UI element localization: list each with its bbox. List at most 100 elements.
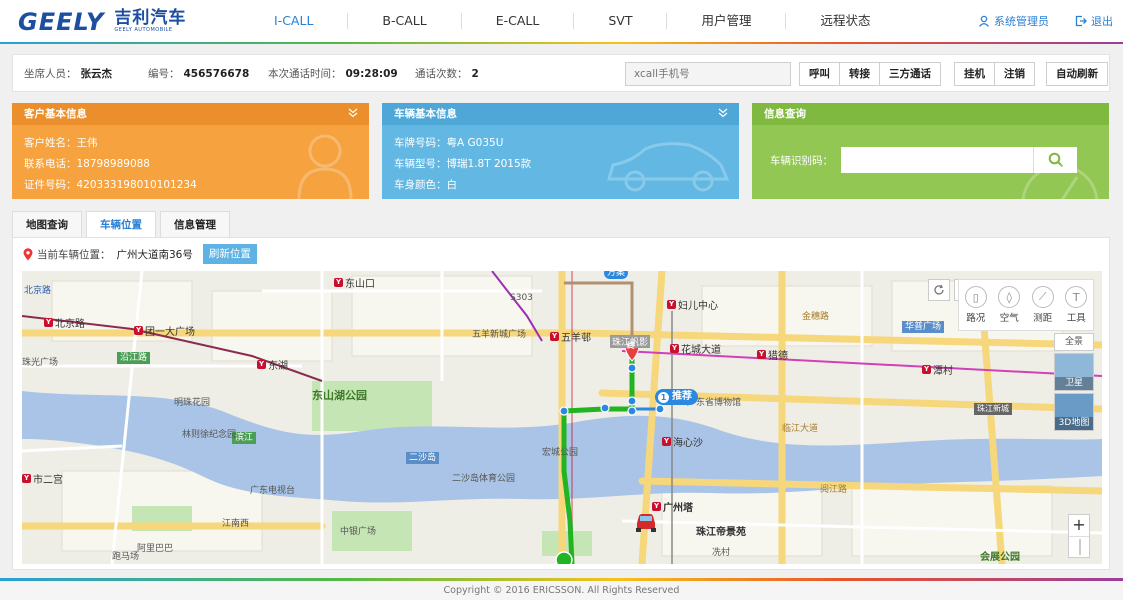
map-view[interactable]: 北京路 Y 北京路 Y 团一大广场 沿江路 Y 东湖 Y 东山口 东山湖公园 珠光广场 …: [22, 271, 1102, 564]
maptype-3d[interactable]: 3D地图: [1054, 393, 1094, 431]
map-label: 跑马场: [112, 552, 140, 562]
zoom-slider[interactable]: [1069, 537, 1089, 557]
droplet-icon: ◊: [998, 286, 1021, 308]
route-start-marker[interactable]: [555, 551, 573, 564]
three-way-call-button[interactable]: 三方通话: [880, 63, 940, 85]
main-nav: I-CALL B-CALL E-CALL SVT 用户管理 远程状态: [240, 0, 904, 42]
refresh-position-button[interactable]: 刷新位置: [202, 244, 257, 264]
vin-input[interactable]: [841, 147, 1033, 173]
maptype-panorama[interactable]: 全景: [1054, 333, 1094, 351]
maptype-satellite[interactable]: 卫星: [1054, 353, 1094, 391]
logo-en-text: GEELY AUTOMOBILE: [114, 27, 173, 33]
transfer-button[interactable]: 转接: [840, 63, 880, 85]
route-recommend-badge[interactable]: 1 推荐: [655, 389, 698, 405]
tool-air[interactable]: ◊ 空气: [998, 286, 1021, 324]
call-duration-info: 本次通话时间： 09:28:09: [268, 68, 398, 80]
map-label: 会展公园: [980, 552, 1020, 563]
call-button[interactable]: 呼叫: [800, 63, 840, 85]
route-end-marker[interactable]: 终: [627, 340, 635, 351]
nav-user-management[interactable]: 用户管理: [667, 13, 787, 29]
traffic-light-icon: ▯: [964, 286, 987, 308]
ruler-icon: ⟋: [1031, 286, 1054, 308]
user-name: 系统管理员: [994, 15, 1049, 28]
plate-number: 粤A G035U: [446, 137, 504, 149]
current-position-label: 当前车辆位置：: [37, 248, 111, 261]
nav-ecall[interactable]: E-CALL: [462, 13, 575, 29]
agent-id-info: 编号： 456576678: [148, 68, 250, 80]
nav-svt[interactable]: SVT: [574, 13, 668, 29]
map-label: 东山湖公园: [312, 389, 367, 402]
vehicle-panel-header: 车辆基本信息: [382, 103, 739, 125]
metro-station: Y 东山口: [334, 278, 375, 290]
vehicle-position-card: 当前车辆位置： 广州大道南36号 刷新位置 北京路 Y 北京路 Y 团一大广场 …: [12, 237, 1110, 570]
car-silhouette-icon: [607, 142, 730, 192]
customer-panel-title: 客户基本信息: [24, 108, 87, 120]
tool-traffic[interactable]: ▯ 路况: [964, 286, 987, 324]
sign-out-button[interactable]: 注销: [995, 63, 1034, 85]
current-position-value: 广州大道南36号: [116, 248, 193, 261]
vehicle-color: 白: [446, 179, 458, 191]
map-label: 阅江路: [820, 485, 848, 495]
auto-refresh-button[interactable]: 自动刷新: [1047, 63, 1107, 85]
zoom-in-button[interactable]: +: [1069, 515, 1089, 537]
map-refresh-button[interactable]: [928, 279, 950, 301]
agent-id: 456576678: [183, 68, 250, 80]
nav-icall[interactable]: I-CALL: [240, 13, 349, 29]
map-zoom-control: +: [1068, 514, 1090, 558]
metro-station: Y 五羊邨: [550, 332, 591, 344]
metro-station: Y 广州塔: [652, 502, 693, 514]
collapse-chevron-icon[interactable]: [347, 107, 359, 119]
logout-link[interactable]: 退出: [1075, 13, 1113, 29]
xcall-phone-input[interactable]: [625, 62, 791, 86]
map-label: 北京路: [24, 286, 52, 296]
vin-label: 车辆识别码：: [770, 154, 833, 167]
top-header: GEELY 吉利汽车 GEELY AUTOMOBILE I-CALL B-CAL…: [0, 0, 1123, 44]
user-account-link[interactable]: 系统管理员: [978, 13, 1049, 29]
map-label: 临江大道: [782, 424, 819, 434]
info-query-panel: 信息查询 车辆识别码：: [752, 103, 1109, 199]
vehicle-model: 博瑞1.8T 2015款: [446, 158, 532, 170]
logout-label: 退出: [1091, 15, 1113, 28]
auto-refresh-group: 自动刷新: [1046, 62, 1108, 86]
content-tabs: 地图查询 车辆位置 信息管理: [12, 211, 230, 237]
location-pin-icon: [23, 247, 33, 260]
call-count-info: 通话次数： 2: [415, 68, 479, 80]
metro-station: Y 猎德: [757, 350, 788, 362]
map-label: 冼村: [712, 548, 731, 558]
vehicle-panel-title: 车辆基本信息: [394, 108, 457, 120]
tool-tools[interactable]: T 工具: [1065, 286, 1088, 324]
vehicle-car-icon[interactable]: [634, 511, 658, 533]
map-label: 珠江帝景苑: [696, 527, 746, 538]
geely-logo[interactable]: GEELY 吉利汽车 GEELY AUTOMOBILE: [18, 9, 186, 35]
map-label: 二沙岛体育公园: [452, 474, 516, 484]
tool-measure[interactable]: ⟋ 测距: [1031, 286, 1054, 324]
logout-icon: [1075, 15, 1087, 27]
person-silhouette-icon: [297, 134, 353, 199]
refresh-icon: [934, 284, 944, 295]
header-accent-line: [0, 42, 1123, 44]
highway-shield: 珠江新城: [974, 403, 1012, 415]
user-area: 系统管理员 退出: [978, 13, 1113, 29]
hangup-button[interactable]: 挂机: [955, 63, 995, 85]
map-label: 明珠花园: [174, 398, 211, 408]
metro-station: Y 海心沙: [662, 437, 703, 449]
map-label: 珠光广场: [22, 358, 59, 368]
tab-info-management[interactable]: 信息管理: [160, 211, 230, 237]
speedometer-icon: [1021, 164, 1099, 199]
tab-map-query[interactable]: 地图查询: [12, 211, 82, 237]
logo-cn-text: 吉利汽车: [114, 8, 187, 28]
metro-station: Y 东湖: [257, 360, 288, 372]
nav-bcall[interactable]: B-CALL: [348, 13, 462, 29]
user-icon: [978, 15, 990, 27]
customer-phone: 18798989088: [76, 158, 151, 170]
metro-station: Y 潭村: [922, 365, 953, 377]
call-count: 2: [471, 68, 479, 80]
map-label: 林则徐纪念园: [182, 430, 237, 440]
route-plan-label[interactable]: 方案: [604, 271, 629, 279]
call-duration: 09:28:09: [345, 68, 398, 80]
tab-vehicle-position[interactable]: 车辆位置: [86, 211, 156, 237]
customer-panel-header: 客户基本信息: [12, 103, 369, 125]
map-label: S303: [510, 293, 533, 303]
nav-remote-status[interactable]: 远程状态: [786, 13, 904, 29]
collapse-chevron-icon[interactable]: [717, 107, 729, 119]
